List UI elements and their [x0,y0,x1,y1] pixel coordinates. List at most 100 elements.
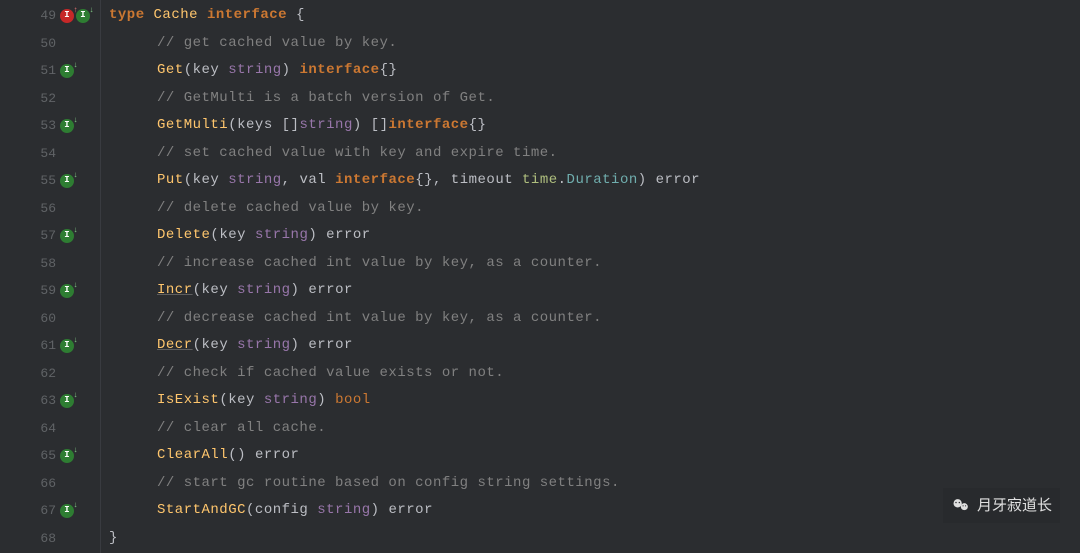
token-comment: // decrease cached int value by key, as … [157,310,602,326]
code-line[interactable]: Incr(key string) error [109,277,1080,305]
code-line[interactable]: IsExist(key string) bool [109,387,1080,415]
token-kw: type [109,7,145,23]
impl-marker-icon[interactable]: I↓ [60,174,74,188]
token-bool: bool [335,392,371,408]
watermark-text: 月牙寂道长 [977,492,1052,520]
token-str-type: string [255,227,308,243]
token-str-type: string [264,392,317,408]
token-method: ClearAll [157,447,228,463]
token-method: IsExist [157,392,219,408]
token-method-u: Incr [157,282,193,298]
gutter-line: 61I↓ [0,332,100,360]
token-punct: {} [469,117,487,133]
code-line[interactable]: Get(key string) interface{} [109,57,1080,85]
token-comment: // check if cached value exists or not. [157,365,504,381]
impl-marker-icon[interactable]: I↓ [60,504,74,518]
token-punct: ) [308,227,326,243]
token-punct: (key [193,337,238,353]
code-line[interactable]: GetMulti(keys []string) []interface{} [109,112,1080,140]
code-line[interactable]: // decrease cached int value by key, as … [109,305,1080,333]
line-number: 52 [32,85,56,113]
token-err: error [388,502,433,518]
code-line[interactable]: // check if cached value exists or not. [109,360,1080,388]
code-line[interactable]: ClearAll() error [109,442,1080,470]
token-comment: // increase cached int value by key, as … [157,255,602,271]
token-kw2: interface [388,117,468,133]
impl-marker-icon[interactable]: I↓ [60,394,74,408]
token-str-type: string [228,62,281,78]
impl-marker-icon[interactable]: I↓ [60,339,74,353]
line-number: 59 [32,277,56,305]
token-punct: (key [210,227,255,243]
code-line[interactable]: // GetMulti is a batch version of Get. [109,85,1080,113]
watermark-overlay: 月牙寂道长 [943,488,1060,524]
token-method: Delete [157,227,210,243]
impl-marker-icon[interactable]: I↓ [76,9,90,23]
token-pkg: time [522,172,558,188]
token-str-type: string [228,172,281,188]
token-punct: ) [638,172,656,188]
code-line[interactable]: type Cache interface { [109,2,1080,30]
code-line[interactable]: StartAndGC(config string) error [109,497,1080,525]
code-line[interactable]: // start gc routine based on config stri… [109,470,1080,498]
line-number: 60 [32,305,56,333]
code-line[interactable]: // clear all cache. [109,415,1080,443]
token-punct: {}, timeout [415,172,522,188]
code-area[interactable]: type Cache interface {// get cached valu… [100,0,1080,553]
gutter-line: 57I↓ [0,222,100,250]
line-number: 50 [32,30,56,58]
token-punct: (config [246,502,317,518]
gutter-line: 50 [0,30,100,58]
token-punct: { [287,7,305,23]
token-punct: , val [282,172,335,188]
token-dur: Duration [567,172,638,188]
token-str-type: string [299,117,352,133]
token-comment: // start gc routine based on config stri… [157,475,620,491]
gutter-line: 51I↓ [0,57,100,85]
line-number: 66 [32,470,56,498]
gutter: 49I↑I↓5051I↓5253I↓5455I↓5657I↓5859I↓6061… [0,0,100,553]
token-method: StartAndGC [157,502,246,518]
token-punct: (key [219,392,264,408]
impl-marker-icon[interactable]: I↓ [60,64,74,78]
code-editor: 49I↑I↓5051I↓5253I↓5455I↓5657I↓5859I↓6061… [0,0,1080,553]
gutter-line: 64 [0,415,100,443]
gutter-line: 56 [0,195,100,223]
impl-marker-icon[interactable]: I↓ [60,119,74,133]
token-err: error [255,447,300,463]
line-number: 65 [32,442,56,470]
token-punct: ) [371,502,389,518]
token-method: GetMulti [157,117,228,133]
code-line[interactable]: // set cached value with key and expire … [109,140,1080,168]
gutter-line: 66 [0,470,100,498]
gutter-line: 58 [0,250,100,278]
override-marker-icon[interactable]: I↑ [60,9,74,23]
code-line[interactable]: } [109,525,1080,553]
code-line[interactable]: Delete(key string) error [109,222,1080,250]
code-line[interactable]: Put(key string, val interface{}, timeout… [109,167,1080,195]
token-kw2: interface [207,7,287,23]
token-err: error [308,282,353,298]
impl-marker-icon[interactable]: I↓ [60,229,74,243]
code-line[interactable]: // get cached value by key. [109,30,1080,58]
code-line[interactable]: Decr(key string) error [109,332,1080,360]
line-number: 68 [32,525,56,553]
line-number: 54 [32,140,56,168]
token-punct: (key [184,172,229,188]
impl-marker-icon[interactable]: I↓ [60,449,74,463]
token-punct: ) [317,392,335,408]
token-punct: ) [291,337,309,353]
token-str-type: string [237,282,290,298]
token-method: Get [157,62,184,78]
line-number: 55 [32,167,56,195]
line-number: 56 [32,195,56,223]
code-line[interactable]: // increase cached int value by key, as … [109,250,1080,278]
impl-marker-icon[interactable]: I↓ [60,284,74,298]
code-line[interactable]: // delete cached value by key. [109,195,1080,223]
token-comment: // delete cached value by key. [157,200,424,216]
line-number: 49 [32,2,56,30]
line-number: 58 [32,250,56,278]
gutter-line: 67I↓ [0,497,100,525]
gutter-line: 63I↓ [0,387,100,415]
token-punct: (key [184,62,229,78]
